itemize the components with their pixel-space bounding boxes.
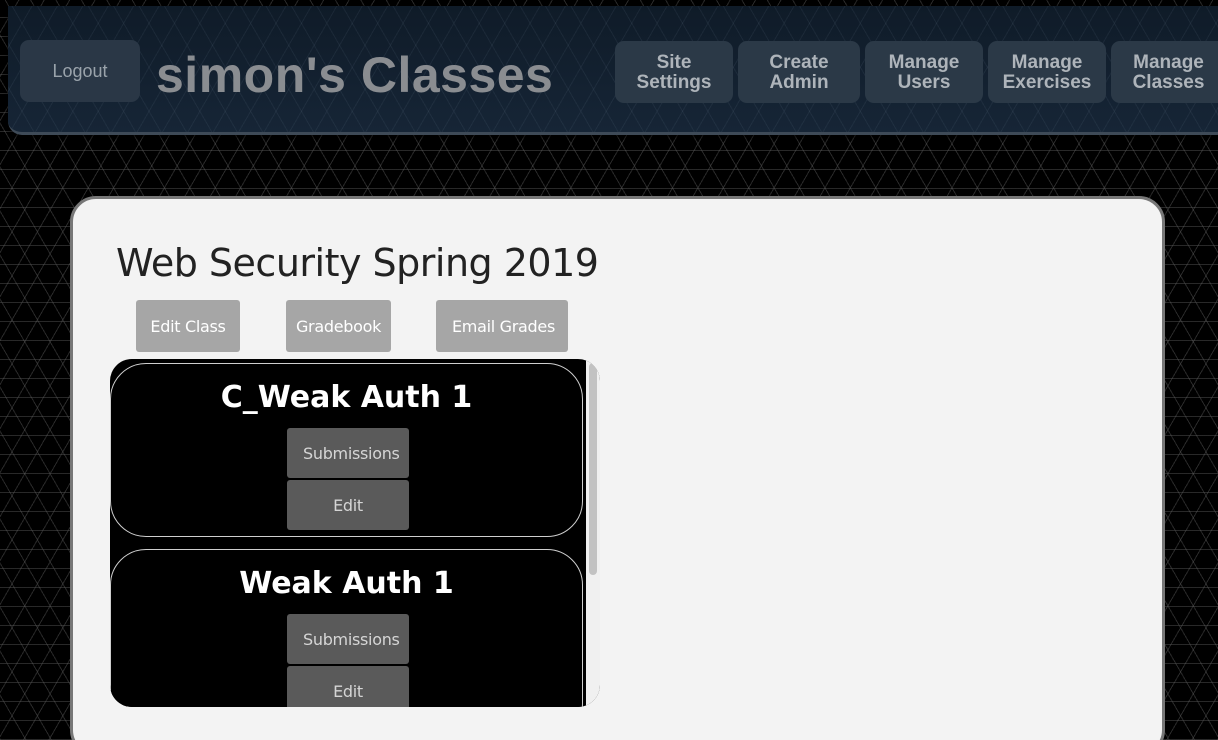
edit-exercise-button[interactable]: Edit xyxy=(287,480,409,530)
email-grades-button[interactable]: Email Grades xyxy=(436,300,568,352)
class-card: Web Security Spring 2019 Edit Class Grad… xyxy=(70,196,1165,740)
gradebook-button[interactable]: Gradebook xyxy=(286,300,391,352)
logout-button[interactable]: Logout xyxy=(20,40,140,102)
nav-site-settings-button[interactable]: Site Settings xyxy=(615,41,733,103)
submissions-button[interactable]: Submissions xyxy=(287,428,409,478)
nav-manage-classes-button[interactable]: Manage Classes xyxy=(1111,41,1218,103)
submissions-button[interactable]: Submissions xyxy=(287,614,409,664)
nav-create-admin-button[interactable]: Create Admin xyxy=(738,41,860,103)
nav-manage-users-button[interactable]: Manage Users xyxy=(865,41,983,103)
exercise-name: C_Weak Auth 1 xyxy=(220,380,473,415)
exercise-card: C_Weak Auth 1 Submissions Edit xyxy=(110,363,583,537)
page: Logout simon's Classes Site Settings Cre… xyxy=(0,0,1218,740)
class-title: Web Security Spring 2019 xyxy=(116,241,599,285)
nav-manage-exercises-button[interactable]: Manage Exercises xyxy=(988,41,1106,103)
edit-exercise-button[interactable]: Edit xyxy=(287,666,409,707)
scrollbar-thumb[interactable] xyxy=(589,363,597,575)
exercise-list[interactable]: C_Weak Auth 1 Submissions Edit Weak Auth… xyxy=(110,359,600,707)
exercise-list-scrollbar[interactable] xyxy=(586,359,600,707)
top-header-bar: Logout simon's Classes Site Settings Cre… xyxy=(8,6,1218,135)
exercise-list-viewport: C_Weak Auth 1 Submissions Edit Weak Auth… xyxy=(110,359,585,707)
exercise-card: Weak Auth 1 Submissions Edit xyxy=(110,549,583,707)
exercise-name: Weak Auth 1 xyxy=(239,566,454,601)
edit-class-button[interactable]: Edit Class xyxy=(136,300,240,352)
site-title: simon's Classes xyxy=(156,47,554,103)
